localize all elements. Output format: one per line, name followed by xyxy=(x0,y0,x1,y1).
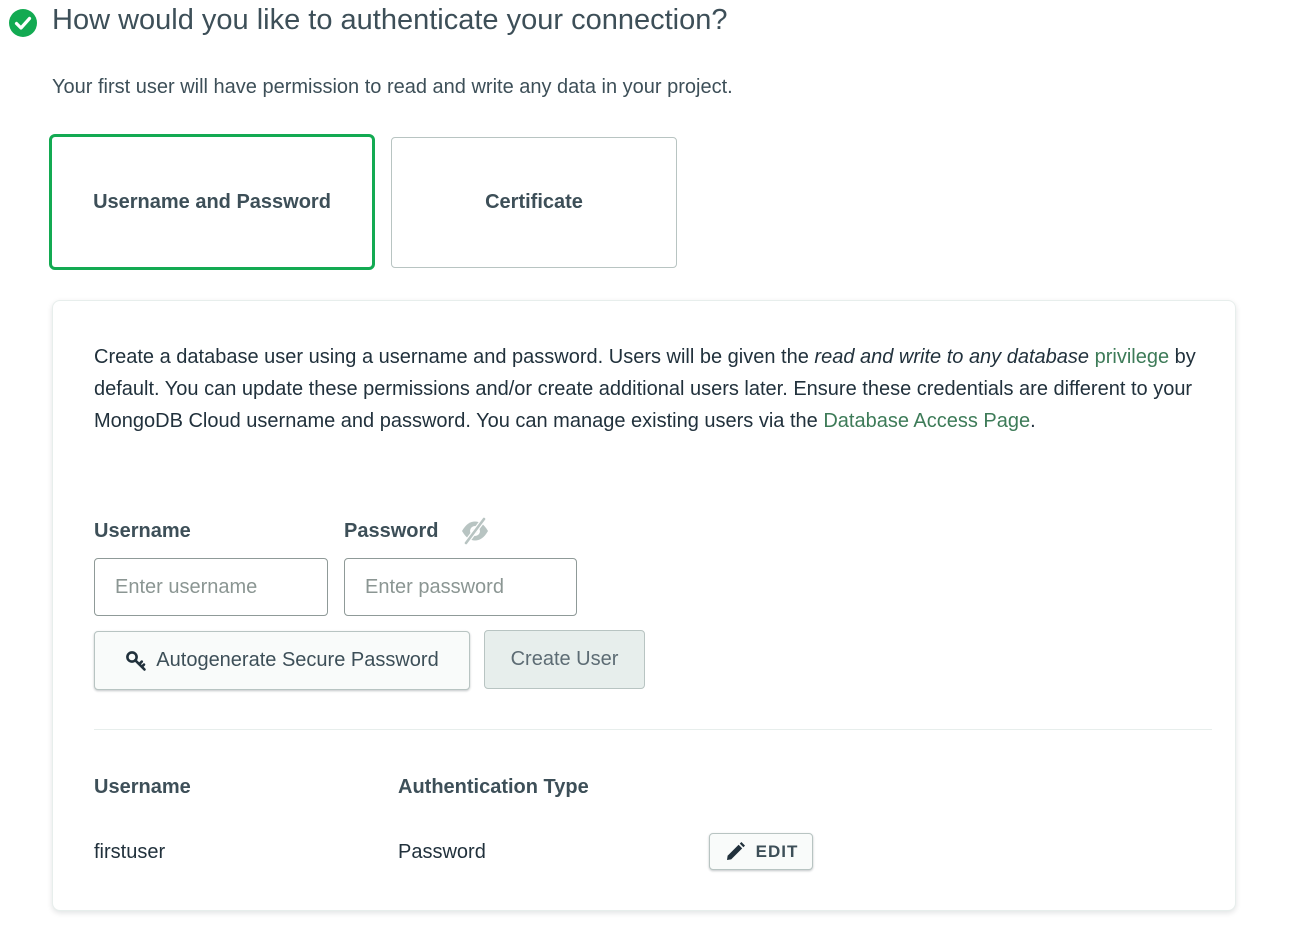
row-auth-type: Password xyxy=(398,841,486,863)
auth-option-certificate[interactable]: Certificate xyxy=(391,137,677,268)
auth-option-username-password[interactable]: Username and Password xyxy=(49,134,375,270)
password-input[interactable] xyxy=(344,558,577,616)
create-user-label: Create User xyxy=(510,648,619,670)
edit-user-button[interactable]: EDIT xyxy=(709,833,813,870)
key-icon xyxy=(126,650,147,671)
description-text: . xyxy=(1030,410,1036,432)
privilege-link[interactable]: privilege xyxy=(1095,346,1169,368)
autogenerate-password-button[interactable]: Autogenerate Secure Password xyxy=(94,631,470,690)
eye-slash-icon[interactable] xyxy=(460,516,490,546)
auth-option-label: Certificate xyxy=(485,191,583,213)
edit-user-label: EDIT xyxy=(755,841,799,861)
description-text: Create a database user using a username … xyxy=(94,346,815,368)
password-label: Password xyxy=(344,520,439,542)
username-input[interactable] xyxy=(94,558,328,616)
description-emphasis: read and write to any database xyxy=(814,346,1090,368)
check-circle-icon xyxy=(9,9,37,37)
column-header-username: Username xyxy=(94,776,191,798)
auth-option-label: Username and Password xyxy=(93,190,331,213)
autogenerate-password-label: Autogenerate Secure Password xyxy=(156,649,439,671)
page-title: How would you like to authenticate your … xyxy=(52,4,728,36)
page-subtitle: Your first user will have permission to … xyxy=(52,76,733,98)
divider xyxy=(94,729,1212,730)
create-user-panel: Create a database user using a username … xyxy=(52,300,1236,911)
pencil-icon xyxy=(726,841,745,860)
row-username: firstuser xyxy=(94,841,166,863)
panel-description: Create a database user using a username … xyxy=(94,341,1204,437)
database-access-page-link[interactable]: Database Access Page xyxy=(823,410,1030,432)
create-user-button[interactable]: Create User xyxy=(484,630,645,689)
username-label: Username xyxy=(94,520,191,542)
column-header-authentication-type: Authentication Type xyxy=(398,776,589,798)
